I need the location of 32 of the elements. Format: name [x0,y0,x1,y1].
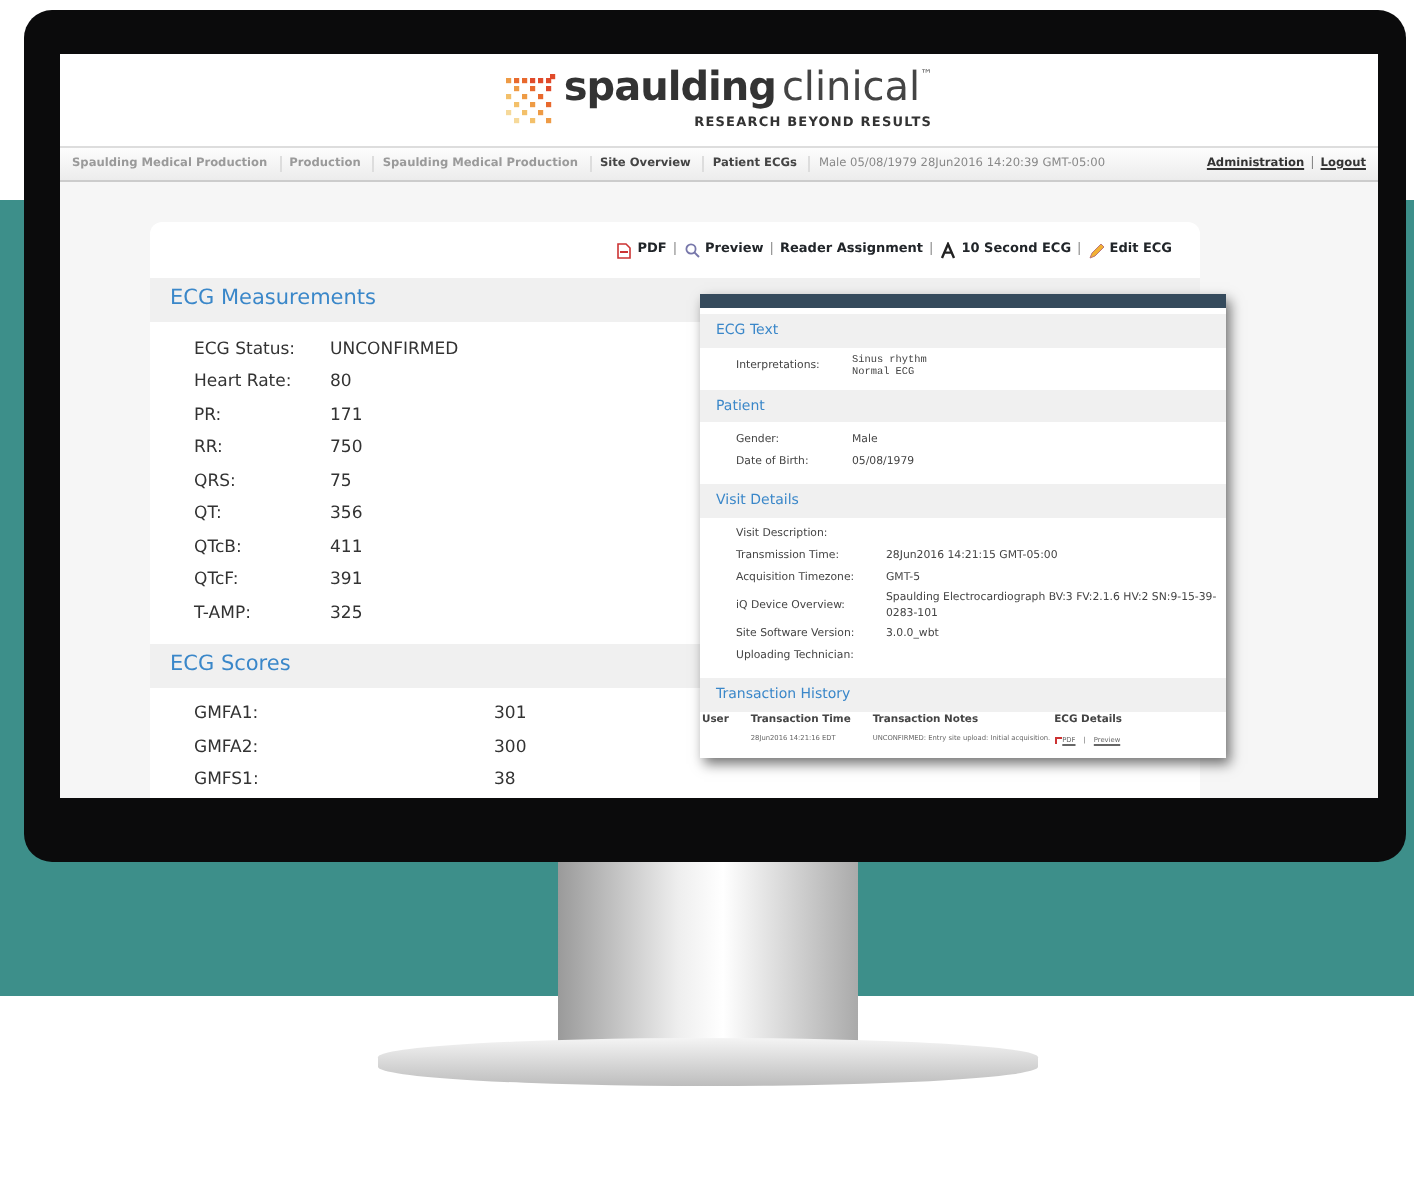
field-value: 38 [494,768,516,795]
field-label: GMFA2: [194,735,261,762]
field-value: 356 [330,502,363,529]
field-label: T-AMP: [194,601,253,628]
field-value: 750 [330,436,363,463]
brand-name: spaulding [563,62,776,111]
brand-name-suffix: clinical [781,62,921,111]
field-label: QT: [194,502,224,529]
field-label: QTcB: [194,535,244,562]
field-label: QRS: [194,469,238,496]
field-value: 300 [494,735,527,762]
field-value: 80 [330,370,352,397]
field-value: 391 [330,568,363,595]
field-label: ECG Status: [194,337,298,364]
pencil-icon [1087,241,1106,259]
field-label: Heart Rate: [194,370,294,397]
field-label: GMFS1: [194,768,261,795]
letter-icon [939,241,958,259]
field-value: 301 [494,702,527,729]
field-value: 325 [330,601,363,628]
field-value: 411 [330,535,363,562]
field-label: PR: [194,403,224,430]
field-label: GMFA1: [194,702,261,729]
search-icon [683,241,702,259]
field-value: 75 [330,469,352,496]
field-value: 171 [330,403,363,430]
document-icon [615,241,634,259]
field-label: QTcF: [194,568,241,595]
document-icon [1054,736,1063,745]
logo-dots-icon [505,74,556,126]
field-value: UNCONFIRMED [330,337,459,364]
field-label: RR: [194,436,225,463]
